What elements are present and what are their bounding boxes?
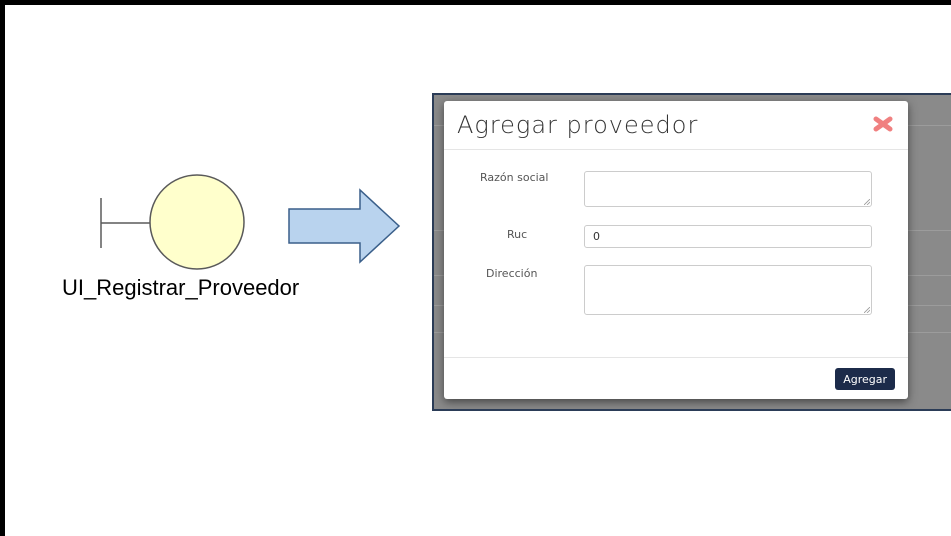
direccion-field[interactable]: [584, 265, 872, 315]
razon-social-field[interactable]: [584, 171, 872, 207]
close-button[interactable]: [872, 113, 894, 135]
boundary-circle: [149, 174, 245, 270]
resize-grip-icon[interactable]: [864, 307, 870, 313]
close-x-icon: [873, 116, 893, 132]
razon-social-label: Razón social: [480, 171, 549, 184]
boundary-label: UI_Registrar_Proveedor: [62, 275, 300, 300]
modal-header: Agregar proveedor: [444, 101, 908, 150]
agregar-button[interactable]: Agregar: [835, 368, 895, 390]
add-provider-modal: Agregar proveedor Razón social Ruc Direc…: [444, 101, 908, 399]
ui-screenshot: Agregar proveedor Razón social Ruc Direc…: [432, 93, 951, 411]
ruc-label: Ruc: [507, 228, 528, 241]
right-arrow-icon: [288, 188, 401, 264]
ruc-field[interactable]: [584, 225, 872, 248]
direccion-label: Dirección: [486, 267, 538, 280]
resize-grip-icon[interactable]: [864, 199, 870, 205]
modal-footer-divider: [444, 357, 908, 358]
modal-title: Agregar proveedor: [457, 111, 699, 139]
